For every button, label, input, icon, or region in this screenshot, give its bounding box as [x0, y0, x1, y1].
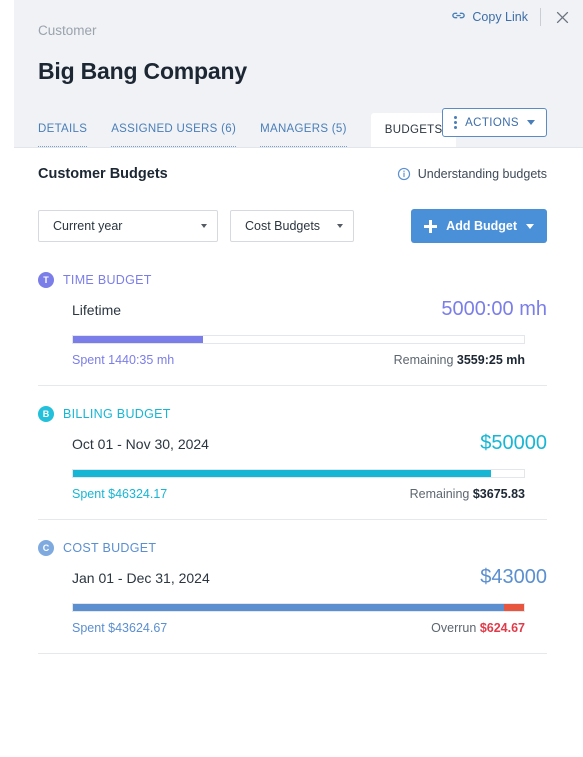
budget-progress-bar: [72, 335, 525, 344]
close-icon[interactable]: [553, 8, 571, 26]
section-header: Customer Budgets Understanding budgets: [38, 148, 547, 182]
budget-type-badge-icon: T: [38, 272, 54, 288]
budget-remaining: Overrun $624.67: [431, 621, 525, 635]
budget-type-header: C COST BUDGET: [38, 540, 547, 556]
budget-summary-row: Oct 01 - Nov 30, 2024 $50000: [38, 432, 547, 455]
budget-type-header: B BILLING BUDGET: [38, 406, 547, 422]
budget-total-amount: 5000:00 mh: [441, 298, 547, 321]
budget-card-billing-budget: B BILLING BUDGET Oct 01 - Nov 30, 2024 $500…: [38, 386, 547, 520]
budget-type-label: TIME BUDGET: [63, 273, 152, 287]
budget-remaining-label: Overrun: [431, 621, 476, 635]
budget-progress-fill: [73, 336, 203, 343]
budget-summary-row: Lifetime 5000:00 mh: [38, 298, 547, 321]
chevron-down-icon: [526, 224, 534, 229]
chevron-down-icon: [527, 120, 535, 125]
customer-budgets-panel: Copy Link Customer Big Bang Company DETA…: [0, 0, 583, 757]
actions-label: ACTIONS: [465, 117, 519, 129]
understanding-budgets-label: Understanding budgets: [418, 167, 547, 181]
budget-type-header: T TIME BUDGET: [38, 272, 547, 288]
panel-header: Copy Link Customer Big Bang Company DETA…: [0, 0, 583, 148]
actions-button[interactable]: ACTIONS: [442, 108, 547, 137]
vertical-dots-icon: [454, 116, 457, 129]
budget-total-amount: $43000: [480, 566, 547, 589]
budget-legend: Spent $43624.67 Overrun $624.67: [72, 621, 525, 635]
chevron-down-icon: [337, 224, 343, 228]
tab-assigned-users[interactable]: ASSIGNED USERS (6): [111, 123, 236, 147]
plus-icon: [424, 220, 437, 233]
budget-period: Lifetime: [72, 302, 121, 318]
budget-remaining-label: Remaining: [410, 487, 470, 501]
tab-details[interactable]: DETAILS: [38, 123, 87, 147]
header-divider: [540, 8, 541, 26]
budget-spent-value: $46324.17: [108, 487, 167, 501]
budget-spent-value: $43624.67: [108, 621, 167, 635]
budget-filters: Current year Cost Budgets Add Budget: [38, 210, 547, 242]
budget-spent-label: Spent: [72, 487, 105, 501]
budget-remaining-label: Remaining: [394, 353, 454, 367]
breadcrumb: Customer: [38, 23, 97, 38]
budget-type-filter-value: Cost Budgets: [245, 219, 320, 233]
budget-list: T TIME BUDGET Lifetime 5000:00 mh Spent 1440…: [38, 272, 547, 654]
budget-spent: Spent $43624.67: [72, 621, 167, 635]
budget-summary-row: Jan 01 - Dec 31, 2024 $43000: [38, 566, 547, 589]
budget-total-amount: $50000: [480, 432, 547, 455]
info-circle-icon: [397, 167, 411, 181]
year-filter-value: Current year: [53, 219, 122, 233]
budget-type-filter-select[interactable]: Cost Budgets: [230, 210, 354, 242]
budget-progress-bar: [72, 469, 525, 478]
budget-spent: Spent $46324.17: [72, 487, 167, 501]
budget-spent-value: 1440:35 mh: [108, 353, 174, 367]
understanding-budgets-link[interactable]: Understanding budgets: [397, 167, 547, 181]
left-rail: [0, 0, 14, 148]
budget-period: Oct 01 - Nov 30, 2024: [72, 436, 209, 452]
budget-type-label: BILLING BUDGET: [63, 407, 171, 421]
header-top-actions: Copy Link: [451, 6, 571, 28]
add-budget-label: Add Budget: [446, 219, 517, 233]
budget-progress-fill: [73, 604, 504, 611]
copy-link-button[interactable]: Copy Link: [451, 8, 540, 26]
budget-overrun-fill: [504, 604, 524, 611]
budget-spent-label: Spent: [72, 621, 105, 635]
budget-remaining-value: $624.67: [480, 621, 525, 635]
chevron-down-icon: [201, 224, 207, 228]
budget-remaining-value: 3559:25 mh: [457, 353, 525, 367]
budget-spent: Spent 1440:35 mh: [72, 353, 174, 367]
section-title: Customer Budgets: [38, 166, 168, 182]
budget-legend: Spent $46324.17 Remaining $3675.83: [72, 487, 525, 501]
page-title: Big Bang Company: [38, 58, 247, 85]
tab-managers[interactable]: MANAGERS (5): [260, 123, 347, 147]
budget-card-cost-budget: C COST BUDGET Jan 01 - Dec 31, 2024 $43000 S…: [38, 520, 547, 654]
budget-type-label: COST BUDGET: [63, 541, 156, 555]
year-filter-select[interactable]: Current year: [38, 210, 218, 242]
budget-progress-fill: [73, 470, 491, 477]
add-budget-button[interactable]: Add Budget: [411, 209, 547, 243]
budget-remaining: Remaining 3559:25 mh: [394, 353, 525, 367]
budget-card-time-budget: T TIME BUDGET Lifetime 5000:00 mh Spent 1440…: [38, 272, 547, 386]
budget-period: Jan 01 - Dec 31, 2024: [72, 570, 210, 586]
tab-bar: DETAILS ASSIGNED USERS (6) MANAGERS (5) …: [38, 113, 456, 147]
budget-type-badge-icon: B: [38, 406, 54, 422]
link-icon: [451, 8, 466, 26]
budget-remaining: Remaining $3675.83: [410, 487, 525, 501]
budget-remaining-value: $3675.83: [473, 487, 525, 501]
copy-link-label: Copy Link: [472, 10, 528, 24]
budget-legend: Spent 1440:35 mh Remaining 3559:25 mh: [72, 353, 525, 367]
budget-spent-label: Spent: [72, 353, 105, 367]
budgets-body: Customer Budgets Understanding budgets C…: [0, 148, 583, 654]
budget-progress-bar: [72, 603, 525, 612]
budget-type-badge-icon: C: [38, 540, 54, 556]
